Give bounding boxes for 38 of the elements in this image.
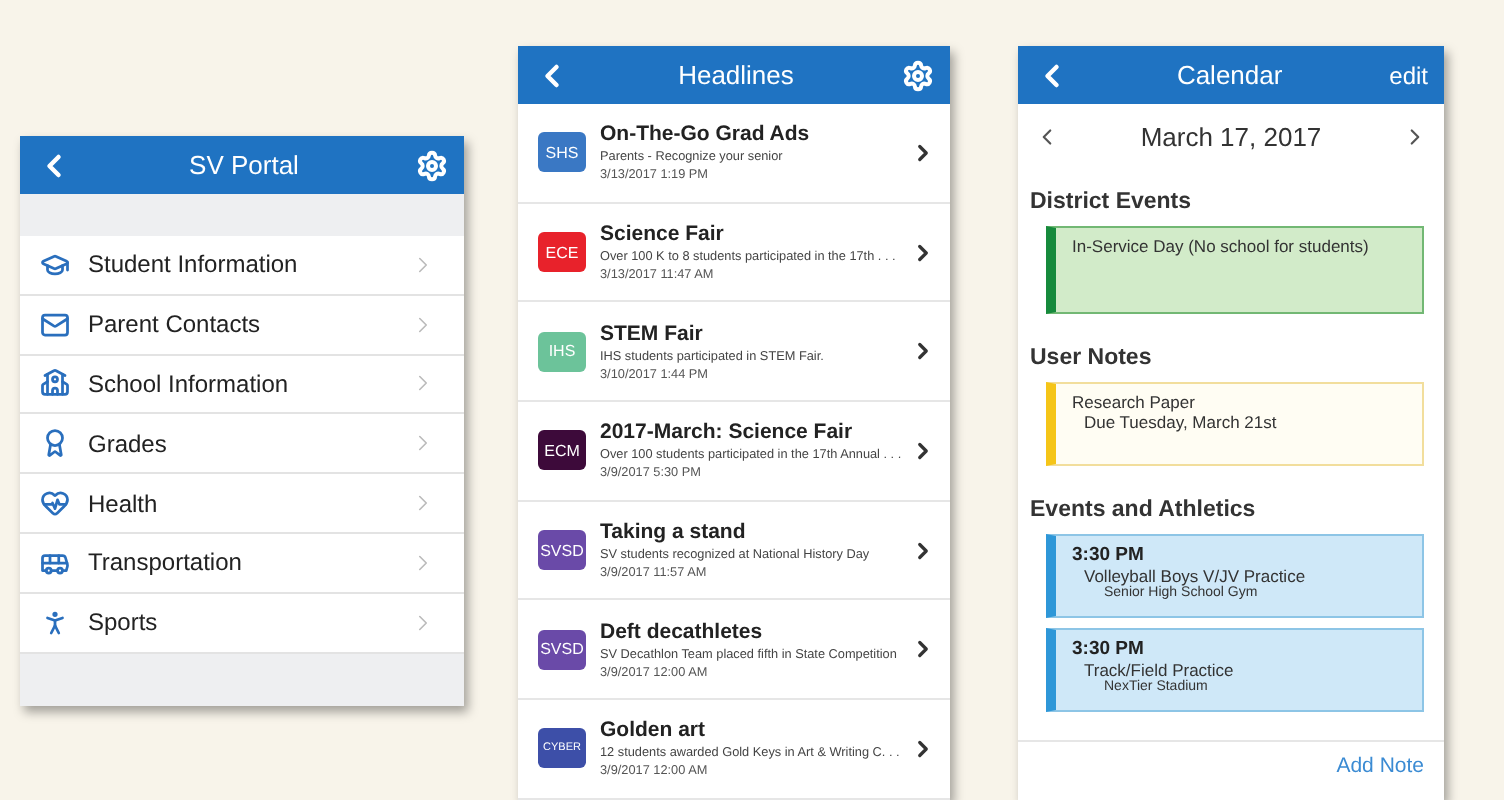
school-badge: IHS bbox=[538, 331, 586, 372]
menu-item[interactable]: Student Information bbox=[20, 236, 464, 296]
calendar-entry[interactable]: In-Service Day (No school for students) bbox=[1046, 226, 1424, 314]
screen-title: Calendar bbox=[1176, 60, 1283, 90]
section-heading: User Notes bbox=[1028, 344, 1154, 374]
menu-item[interactable]: School Information bbox=[20, 355, 464, 415]
headline-title: Taking a stand bbox=[600, 520, 748, 545]
headline-title: Science Fair bbox=[600, 222, 726, 247]
menu-item[interactable]: Sports bbox=[20, 593, 464, 654]
headline-title: STEM Fair bbox=[600, 321, 705, 346]
school-badge: ECM bbox=[538, 430, 586, 471]
event-time: 3:30 PM bbox=[1072, 638, 1146, 660]
entry-detail: Due Tuesday, March 21st bbox=[1082, 412, 1279, 432]
entry-title: Research Paper bbox=[1072, 392, 1197, 412]
menu-item[interactable]: Health bbox=[20, 474, 464, 534]
headline-title: Deft decathletes bbox=[600, 619, 765, 644]
headline-title: On-The-Go Grad Ads bbox=[600, 122, 812, 147]
screen-title: Headlines bbox=[678, 60, 794, 90]
entry-title: Volleyball Boys V/JV Practice bbox=[1082, 566, 1308, 586]
menu-item[interactable]: Parent Contacts bbox=[20, 295, 464, 356]
calendar-date: March 17, 2017 bbox=[1140, 121, 1322, 151]
add-note-link[interactable]: Add Note bbox=[1336, 754, 1424, 800]
school-badge: ECE bbox=[538, 232, 586, 273]
headline-title: Golden art bbox=[600, 718, 708, 743]
school-badge: SVSD bbox=[538, 530, 586, 571]
entry-title: In-Service Day (No school for students) bbox=[1072, 236, 1371, 256]
section-heading: District Events bbox=[1028, 188, 1194, 218]
school-badge: SHS bbox=[538, 132, 586, 173]
edit-button[interactable]: edit bbox=[1389, 61, 1428, 89]
calendar-entry[interactable]: Research Paper Due Tuesday, March 21st bbox=[1046, 382, 1424, 466]
menu-item[interactable]: Grades bbox=[20, 414, 464, 475]
headline-title: 2017-March: Science Fair bbox=[600, 420, 855, 445]
school-badge: SVSD bbox=[538, 629, 586, 670]
menu-item[interactable]: Transportation bbox=[20, 533, 464, 594]
section-heading: Events and Athletics bbox=[1028, 496, 1258, 526]
event-time: 3:30 PM bbox=[1072, 544, 1146, 566]
entry-title: Track/Field Practice bbox=[1082, 660, 1236, 680]
screen-title: SV Portal bbox=[189, 150, 299, 180]
